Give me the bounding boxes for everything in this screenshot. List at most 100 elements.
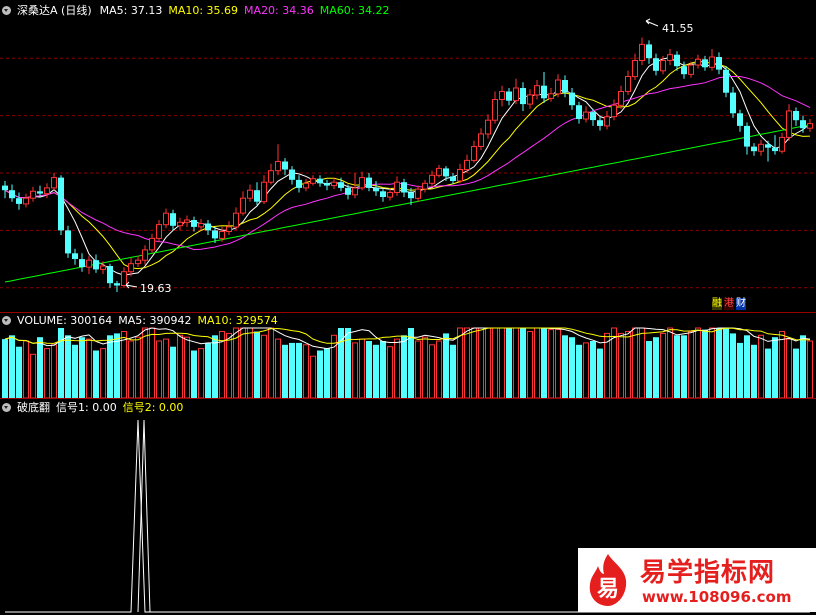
candle-body [121,271,127,287]
volume-bar [534,327,540,399]
volume-bar [569,337,575,398]
panel-menu-icon[interactable] [2,6,11,15]
candle-body [800,120,806,129]
volume-bar [93,350,99,398]
volume-bar [576,344,582,398]
logo-char: 易 [597,577,619,602]
candle-body [387,192,393,198]
watermark-site-name: 易学指标网 [640,558,776,588]
volume-bar [177,334,183,399]
candle-body [240,197,246,214]
candle-body [604,116,610,127]
volume-bar [359,338,365,399]
candle-body [478,133,484,147]
volume-bar [415,340,421,399]
candle-body [9,190,15,199]
volume-bar [86,338,92,399]
volume-bar [100,348,106,399]
volume-bar [667,327,673,399]
volume-bar [142,327,148,399]
candle-body [128,263,134,273]
badge-2: 财 [736,298,746,310]
signal-legend-item-1: 信号1: 0.00 [56,401,117,414]
volume-bar [716,328,722,398]
candle-body [72,253,78,259]
volume-bar [205,342,211,398]
volume-bar [590,341,596,398]
candle-body [352,187,358,196]
ma60-line [4,124,811,283]
ma-legend: MA5: 37.13 MA10: 35.69 MA20: 34.36 MA60: 34… [100,4,396,17]
volume-bar [541,328,547,398]
volume-bar [268,327,274,399]
candle-body [212,230,218,239]
candle-body [415,188,421,199]
volume-bar [107,335,113,398]
candle-body [37,191,43,194]
candle-body [709,56,715,68]
volume-bar [44,348,50,399]
volume-bar [660,332,666,399]
candle-body [702,59,708,68]
candle-body [345,187,351,195]
volume-bar [2,339,8,398]
volume-bar [646,341,652,398]
volume-bar [709,327,715,399]
candle-body [471,146,477,161]
candle-body [520,88,526,105]
volume-header: VOLUME: 300164 MA5: 390942 MA10: 329574 [2,314,290,327]
badge-1: 港 [724,298,734,310]
volume-bar [387,346,393,399]
volume-bar [443,333,449,398]
volume-bar [16,346,22,398]
candle-body [289,169,295,180]
low-pointer-arrow [125,281,138,289]
volume-bar [786,338,792,399]
volume-bar [275,338,281,399]
volume-bar [758,334,764,399]
ma-legend-item-1: MA10: 35.69 [168,4,239,17]
candle-body [639,43,645,62]
candle-body [79,259,85,268]
volume-bar [464,327,470,399]
candle-body [107,266,113,284]
volume-bar [800,335,806,398]
high-pointer-arrow [645,18,659,27]
volume-bar [212,335,218,398]
candle-body [163,212,169,226]
candle-body [807,123,813,129]
volume-bar [184,336,190,399]
candle-body [667,54,673,61]
candle-body [786,110,792,138]
panel-menu-icon[interactable] [2,403,11,412]
volume-bar [240,327,246,399]
candle-body [793,111,799,121]
candle-body [632,60,638,78]
volume-bar [303,344,309,399]
candle-body [65,230,71,254]
volume-bar [548,329,554,399]
ma-legend-item-3: MA60: 34.22 [319,4,390,17]
ma20-line [4,76,811,251]
volume-bar [128,340,134,399]
volume-bar [492,327,498,399]
candle-body [394,181,400,193]
volume-bar [681,335,687,398]
volume-bar [317,350,323,398]
volume-bar [527,331,533,399]
candle-body [191,220,197,227]
panel-menu-icon[interactable] [2,316,11,325]
candle-body [576,105,582,119]
volume-bar [632,327,638,399]
volume-bar [688,331,694,399]
candle-body [625,76,631,92]
candle-body [450,176,456,181]
volume-bar [674,335,680,398]
candle-body [261,181,267,203]
volume-bar [51,344,57,399]
candle-body [758,143,764,152]
volume-bar [170,346,176,398]
volume-bar [114,333,120,398]
candle-body [317,178,323,184]
candle-body [2,185,8,191]
